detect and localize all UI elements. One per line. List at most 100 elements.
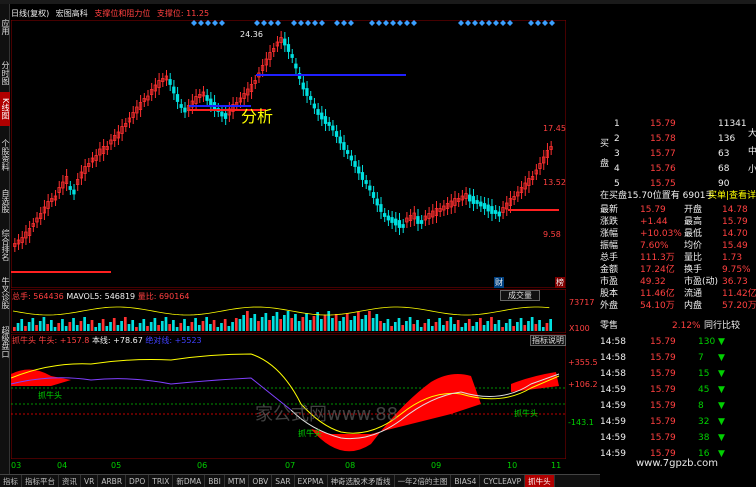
indicator-name[interactable]: 支撑位和阻力位 [94,9,150,18]
stat-key: 量比 [684,253,703,263]
volume-bar [501,327,504,331]
stat-key: 市盈 [600,277,619,287]
volume-bar [423,323,427,331]
indicator-tab[interactable]: 指标 [0,475,22,487]
signal-diamond [369,20,375,26]
indicator-tab[interactable]: 抓牛头 [525,475,555,487]
sidebar-item[interactable]: 应用 [0,12,10,42]
signal-diamond [219,20,225,26]
volume-bar [393,322,397,331]
volume-bar [319,319,323,331]
indicator-tab[interactable]: OBV [249,475,273,487]
indicator-tab[interactable]: 资讯 [59,475,81,487]
candle-body [364,180,368,184]
vol-unit-label: X100 [569,324,590,333]
menu-bar[interactable] [0,0,756,4]
stock-name: 宏图高科 [55,9,88,18]
volume-bar [475,322,479,331]
signal-diamond [305,20,311,26]
tick-volume: 130 [698,337,716,347]
sidebar-item[interactable]: 自选股 [0,184,10,218]
tick-price: 15.79 [650,417,676,427]
volume-bar [471,326,475,331]
volume-bar [408,317,412,331]
volume-bar [157,325,160,331]
volume-bar [234,318,238,331]
stat-row: 股本 11.46亿 流通 11.42亿 [600,288,756,300]
sidebar-item[interactable]: 超级盘口 [0,322,10,362]
indicator-tab[interactable]: SAR [272,475,295,487]
signal-diamond [319,20,325,26]
sidebar-item[interactable]: K线图 [0,92,10,126]
down-arrow-icon: ▼ [718,417,725,427]
indicator-tab[interactable]: 指标平台 [22,475,59,487]
indicator-tab[interactable]: TRIX [149,475,174,487]
indicator-tab[interactable]: 新DMA [173,475,206,487]
stat-value: 7.60% [640,241,669,251]
candle-body [479,201,483,207]
volume-bar [209,324,212,331]
volume-bar [179,323,183,331]
candle-body [357,166,361,174]
indicator-tab[interactable]: 神奇选股术矛盾线 [328,475,395,487]
signal-diamond [542,20,548,26]
volume-bar [190,322,194,331]
price-label-low: 9.58 [543,230,561,239]
kline-chart[interactable] [11,20,566,288]
indicator-tab[interactable]: ARBR [98,475,127,487]
sidebar-item[interactable]: 分时图 [0,59,10,87]
volume-bar [438,318,442,331]
period-label[interactable]: 日线(复权) [11,9,49,18]
indicator-tab[interactable]: BBI [205,475,225,487]
signal-diamond [397,20,403,26]
stat-key: 内盘 [684,301,703,311]
volume-bar [523,325,527,331]
candle-body [172,86,176,94]
sidebar-item[interactable]: 综合排名 [0,226,10,264]
indicator-tab[interactable]: VR [81,475,99,487]
book-price: 15.75 [650,179,676,189]
candle-body [316,109,320,115]
candle-body [482,203,487,209]
candle-body [72,189,76,195]
volume-bar [35,325,38,331]
indicator-help-button[interactable]: 指标说明 [530,335,566,346]
down-arrow-icon: ▼ [718,401,725,411]
volume-bar [24,326,27,331]
candle-body [345,150,350,154]
indicator-tab[interactable]: BIAS4 [451,475,481,487]
indicator-tab[interactable]: DPO [126,475,150,487]
indicator-tab[interactable]: EXPMA [295,475,328,487]
stat-key: 股本 [600,289,619,299]
volume-bar [449,317,453,331]
sidebar-item[interactable]: 牛叉诊股 [0,272,10,314]
candle-body [331,125,335,131]
indicator-chart[interactable] [11,334,566,459]
volume-ma-line [12,306,550,316]
price-label-mid: 13.52 [543,178,566,187]
sidebar-item[interactable]: 个股资料 [0,134,10,176]
volume-bar [301,317,305,331]
volume-bar [253,314,257,331]
signal-diamond [528,20,534,26]
indicator-fill-3 [511,372,559,392]
volume-bar [227,326,231,331]
analysis-annotation: 分析 [241,107,274,126]
volume-bar [13,327,16,331]
ind-scale-mid: +106.2 [568,380,598,389]
tick-volume: 38 [698,433,710,443]
indicator-tab[interactable]: MTM [225,475,250,487]
sector-pct: 2.12% [672,321,701,331]
indicator-tab[interactable]: 一年2倍的主图 [395,475,452,487]
volume-bar [356,312,360,331]
indicator-tab[interactable]: CYCLEAVP [480,475,526,487]
list-marker[interactable]: 榜 [555,277,565,288]
volume-bar [534,324,538,331]
finance-marker[interactable]: 财 [494,277,504,288]
volume-button[interactable]: 成交量 [500,290,540,301]
volume-bar [27,322,31,331]
chart-border [11,20,566,288]
volume-bar [20,319,24,331]
volume-bar [294,314,297,331]
candle-body [471,196,476,204]
